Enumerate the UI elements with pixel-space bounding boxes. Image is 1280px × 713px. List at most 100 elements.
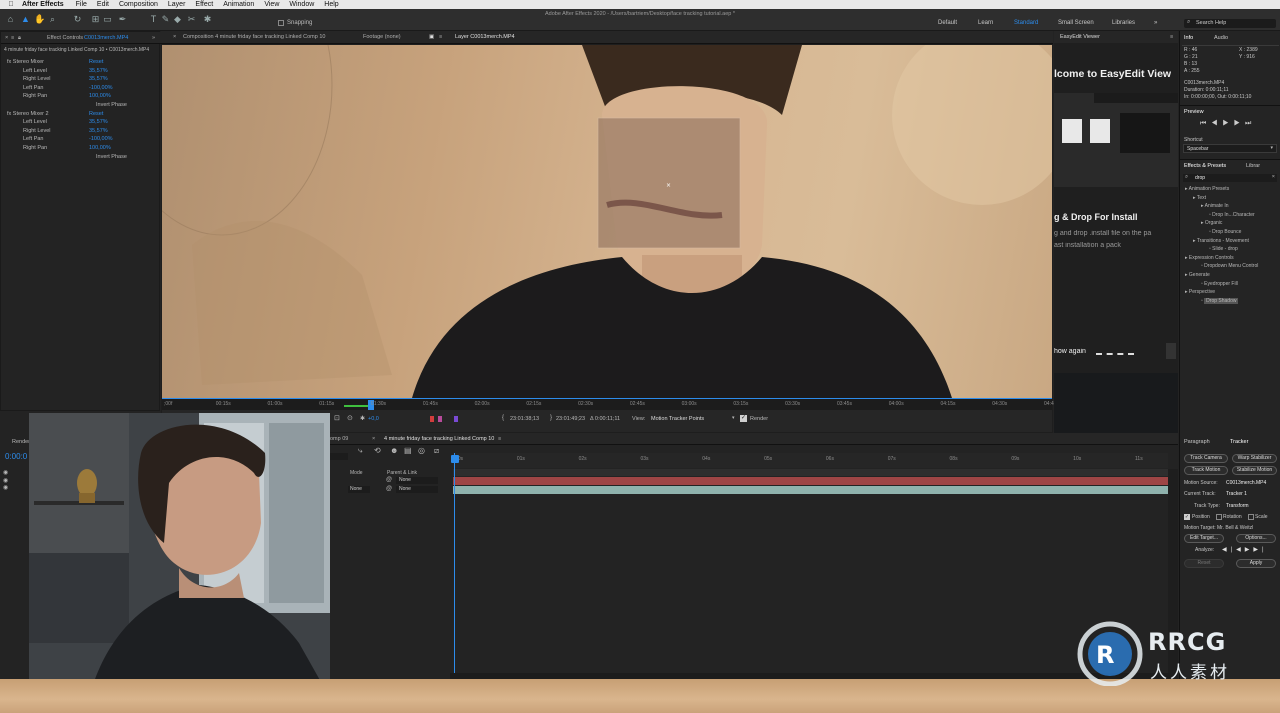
- eye-icon[interactable]: ◉: [3, 469, 8, 476]
- effect-row-value[interactable]: 35,57%: [89, 67, 108, 75]
- effect-row-value[interactable]: Reset: [89, 110, 103, 118]
- snapping-checkbox[interactable]: [278, 20, 284, 26]
- effect-row[interactable]: Left Level 35,57%: [1, 118, 161, 126]
- eye-icon[interactable]: ◉: [3, 477, 8, 484]
- reset-button[interactable]: Reset: [1184, 559, 1224, 568]
- track-camera-button[interactable]: Track Camera: [1184, 454, 1228, 463]
- menu-view[interactable]: View: [264, 1, 279, 8]
- timeline-menu-icon[interactable]: ≡: [498, 436, 501, 442]
- analyze-controls[interactable]: ◀|◀▶▶|: [1222, 546, 1268, 553]
- hand-tool-icon[interactable]: ✋: [34, 14, 45, 25]
- position-checkbox[interactable]: ✓: [1184, 514, 1190, 520]
- close-icon[interactable]: ×: [5, 35, 8, 41]
- scale-checkbox[interactable]: [1248, 514, 1254, 520]
- tab-paragraph[interactable]: Paragraph: [1184, 439, 1210, 445]
- effect-row-value[interactable]: 100,00%: [89, 92, 111, 100]
- effect-row[interactable]: Right Pan 100,00%: [1, 92, 161, 100]
- layer-bar-2[interactable]: [453, 486, 1168, 494]
- effect-row-value[interactable]: Invert Phase: [96, 101, 127, 109]
- expand-icon[interactable]: »: [152, 35, 155, 41]
- layer-search-field[interactable]: [330, 453, 348, 460]
- effect-row[interactable]: fx Stereo Mixer 2 Reset: [1, 110, 161, 118]
- effects-tree-item[interactable]: ▫ Dropdown Menu Control: [1201, 263, 1258, 269]
- menu-edit[interactable]: Edit: [97, 1, 109, 8]
- workspace-standard[interactable]: Standard: [1014, 20, 1038, 26]
- snapshot-icon[interactable]: ⊡: [334, 414, 340, 422]
- roto-tool-icon[interactable]: ✂: [186, 14, 197, 25]
- menu-window[interactable]: Window: [289, 1, 314, 8]
- menu-file[interactable]: File: [76, 1, 87, 8]
- shape-tool-icon[interactable]: ▭: [102, 14, 113, 25]
- eraser-tool-icon[interactable]: ◆: [172, 14, 183, 25]
- effect-row-value[interactable]: Invert Phase: [96, 153, 127, 161]
- timecode[interactable]: 0:00:0: [5, 452, 27, 461]
- effect-row-value[interactable]: 100,00%: [89, 144, 111, 152]
- out-point-icon[interactable]: }: [550, 415, 552, 421]
- edit-target-button[interactable]: Edit Target...: [1184, 534, 1224, 543]
- effects-tree-item[interactable]: ▫ Slide - drop: [1209, 246, 1238, 252]
- tab-libraries[interactable]: Librar: [1246, 163, 1260, 169]
- tab-layer[interactable]: Layer C0013merch.MP4: [455, 34, 515, 40]
- playback-controls[interactable]: ⏮◀▶▶⏭: [1200, 120, 1278, 129]
- effect-row-value[interactable]: Reset: [89, 58, 103, 66]
- effects-tree-item[interactable]: ▫ Drop In...Character: [1209, 212, 1255, 218]
- effect-row-value[interactable]: 35,57%: [89, 118, 108, 126]
- workspace-libraries[interactable]: Libraries: [1112, 20, 1135, 26]
- effect-row-value[interactable]: 35,57%: [89, 75, 108, 83]
- exposure-value[interactable]: +0,0: [368, 416, 379, 422]
- workspace-default[interactable]: Default: [938, 20, 957, 26]
- footage-frame[interactable]: ×: [162, 45, 1052, 398]
- audio-icon[interactable]: ◉: [3, 484, 8, 491]
- motion-blur-icon[interactable]: ◎: [418, 446, 425, 455]
- tab-composition[interactable]: Composition 4 minute friday face trackin…: [183, 34, 325, 40]
- viewer-menu-icon[interactable]: ≡: [439, 34, 442, 40]
- menu-help[interactable]: Help: [324, 1, 338, 8]
- effects-tree-item[interactable]: ▸ Animate In: [1201, 203, 1229, 209]
- work-area-bar[interactable]: [344, 405, 368, 407]
- effects-tree-item[interactable]: ▸ Animation Presets: [1185, 186, 1229, 192]
- tab-linked-comp-10[interactable]: 4 minute friday face tracking Linked Com…: [384, 436, 494, 442]
- effects-tree-item[interactable]: ▸ Generate: [1185, 272, 1210, 278]
- effects-search-field[interactable]: ⌕ drop ×: [1183, 174, 1277, 182]
- lock-icon[interactable]: 🔒︎: [18, 35, 21, 42]
- warp-stabilizer-button[interactable]: Warp Stabilizer: [1232, 454, 1277, 463]
- frame-blend-icon[interactable]: ▤: [404, 446, 412, 455]
- timeline-close-icon[interactable]: ×: [372, 436, 375, 442]
- tab-comp-09[interactable]: omp 09: [330, 436, 348, 442]
- exposure-icon[interactable]: ✱: [360, 415, 365, 422]
- tab-audio[interactable]: Audio: [1214, 35, 1228, 41]
- easyedit-tab[interactable]: EasyEdit Viewer: [1060, 34, 1100, 40]
- effects-tree-item[interactable]: ▸ Perspective: [1185, 289, 1215, 295]
- tab-render-queue[interactable]: Render: [12, 439, 30, 445]
- work-area[interactable]: [453, 469, 1168, 476]
- timeline-ruler[interactable]: 00s 01s 02s 03s 04s 05s 06s 07s 08s 09s 10s 11s: [453, 453, 1168, 468]
- puppet-tool-icon[interactable]: ✱: [202, 14, 213, 25]
- rotation-checkbox[interactable]: [1216, 514, 1222, 520]
- effects-tree-item[interactable]: ▸ Text: [1193, 195, 1206, 201]
- effect-row[interactable]: Invert Phase: [1, 153, 161, 161]
- track-motion-button[interactable]: Track Motion: [1184, 466, 1228, 475]
- effect-row[interactable]: Left Level 35,57%: [1, 67, 161, 75]
- shortcut-dropdown[interactable]: Spacebar ▾: [1183, 144, 1277, 153]
- effect-row[interactable]: Left Pan -100,00%: [1, 135, 161, 143]
- more-workspaces-icon[interactable]: »: [1154, 20, 1157, 26]
- layer-row-1[interactable]: @ None: [330, 477, 452, 485]
- current-track-dropdown[interactable]: Tracker 1: [1226, 491, 1247, 497]
- stabilize-motion-button[interactable]: Stabilize Motion: [1232, 466, 1277, 475]
- effect-row-value[interactable]: 35,57%: [89, 127, 108, 135]
- effect-row-value[interactable]: -100,00%: [89, 84, 113, 92]
- effect-row[interactable]: Invert Phase: [1, 101, 161, 109]
- cti-handle[interactable]: [451, 455, 459, 463]
- effects-tree-item[interactable]: ▸ Organic: [1201, 220, 1222, 226]
- menu-layer[interactable]: Layer: [168, 1, 186, 8]
- camera-icon[interactable]: ⊙: [347, 414, 353, 422]
- effect-row[interactable]: Right Level 35,57%: [1, 75, 161, 83]
- clear-search-icon[interactable]: ×: [1272, 174, 1275, 180]
- tab-info[interactable]: Info: [1184, 35, 1193, 41]
- effect-row[interactable]: Right Pan 100,00%: [1, 144, 161, 152]
- out-time[interactable]: 23:01:49;23: [556, 416, 585, 422]
- effects-tree-item[interactable]: ▫ Drop Shadow: [1201, 297, 1239, 304]
- brush-tool-icon[interactable]: ✎: [160, 14, 171, 25]
- apple-icon[interactable]: : [0, 1, 22, 8]
- anchor-tool-icon[interactable]: ⊞: [90, 14, 101, 25]
